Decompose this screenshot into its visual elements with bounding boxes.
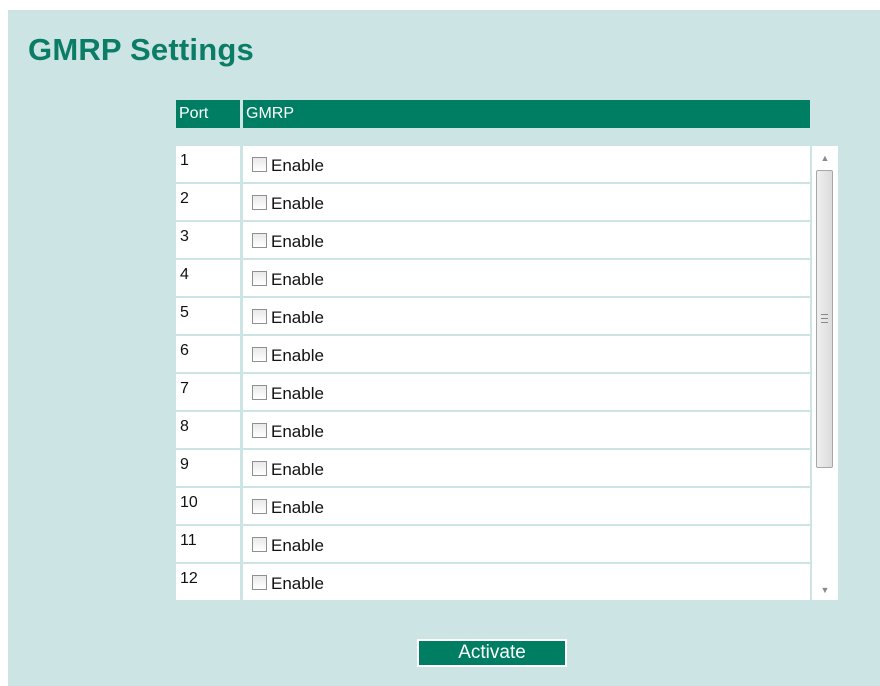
gmrp-cell: Enable (243, 184, 810, 220)
gmrp-cell: Enable (243, 526, 810, 562)
column-header-port: Port (176, 100, 240, 128)
port-number: 8 (176, 412, 240, 448)
table-row: 4 Enable (176, 260, 810, 296)
port-number: 11 (176, 526, 240, 562)
activate-button[interactable]: Activate (417, 639, 567, 667)
port-number: 12 (176, 564, 240, 600)
port-number: 2 (176, 184, 240, 220)
enable-checkbox[interactable] (252, 270, 267, 286)
enable-checkbox[interactable] (252, 346, 267, 362)
port-number: 3 (176, 222, 240, 258)
enable-label[interactable]: Enable (271, 308, 324, 328)
enable-label[interactable]: Enable (271, 422, 324, 442)
column-header-gmrp: GMRP (243, 100, 810, 128)
page-title: GMRP Settings (28, 32, 254, 67)
port-number: 7 (176, 374, 240, 410)
grip-icon (821, 314, 828, 323)
enable-label[interactable]: Enable (271, 384, 324, 404)
vertical-scrollbar[interactable]: ▲ ▼ (812, 146, 838, 600)
scroll-thumb[interactable] (816, 170, 833, 468)
gmrp-cell: Enable (243, 336, 810, 372)
enable-label[interactable]: Enable (271, 574, 324, 594)
scroll-down-arrow-icon[interactable]: ▼ (812, 580, 838, 600)
enable-label[interactable]: Enable (271, 232, 324, 252)
port-list-scroll-area[interactable]: 1 Enable 2 Enable 3 Enable 4 Enable 5 Enable 6 Enab… (176, 146, 838, 600)
table-row: 5 Enable (176, 298, 810, 334)
gmrp-cell: Enable (243, 450, 810, 486)
enable-checkbox[interactable] (252, 460, 267, 476)
table-header: Port GMRP (176, 100, 810, 128)
port-number: 9 (176, 450, 240, 486)
port-number: 5 (176, 298, 240, 334)
enable-checkbox[interactable] (252, 384, 267, 400)
gmrp-cell: Enable (243, 222, 810, 258)
enable-checkbox[interactable] (252, 422, 267, 438)
enable-checkbox[interactable] (252, 574, 267, 590)
enable-label[interactable]: Enable (271, 346, 324, 366)
enable-checkbox[interactable] (252, 498, 267, 514)
enable-label[interactable]: Enable (271, 536, 324, 556)
table-row: 7 Enable (176, 374, 810, 410)
port-number: 6 (176, 336, 240, 372)
table-row: 9 Enable (176, 450, 810, 486)
gmrp-cell: Enable (243, 374, 810, 410)
table-row: 8 Enable (176, 412, 810, 448)
table-row: 3 Enable (176, 222, 810, 258)
scroll-up-arrow-icon[interactable]: ▲ (812, 148, 838, 168)
gmrp-cell: Enable (243, 412, 810, 448)
gmrp-cell: Enable (243, 260, 810, 296)
port-number: 4 (176, 260, 240, 296)
enable-checkbox[interactable] (252, 194, 267, 210)
enable-label[interactable]: Enable (271, 156, 324, 176)
gmrp-cell: Enable (243, 488, 810, 524)
enable-label[interactable]: Enable (271, 498, 324, 518)
table-row: 10 Enable (176, 488, 810, 524)
enable-label[interactable]: Enable (271, 270, 324, 290)
port-number: 1 (176, 146, 240, 182)
enable-checkbox[interactable] (252, 536, 267, 552)
enable-checkbox[interactable] (252, 232, 267, 248)
enable-checkbox[interactable] (252, 308, 267, 324)
enable-label[interactable]: Enable (271, 194, 324, 214)
table-row: 1 Enable (176, 146, 810, 182)
enable-checkbox[interactable] (252, 156, 267, 172)
port-rows: 1 Enable 2 Enable 3 Enable 4 Enable 5 Enable 6 Enab… (176, 146, 810, 600)
gmrp-cell: Enable (243, 564, 810, 600)
table-row: 6 Enable (176, 336, 810, 372)
port-number: 10 (176, 488, 240, 524)
table-row: 12 Enable (176, 564, 810, 600)
enable-label[interactable]: Enable (271, 460, 324, 480)
table-row: 2 Enable (176, 184, 810, 220)
table-row: 11 Enable (176, 526, 810, 562)
gmrp-cell: Enable (243, 146, 810, 182)
gmrp-cell: Enable (243, 298, 810, 334)
